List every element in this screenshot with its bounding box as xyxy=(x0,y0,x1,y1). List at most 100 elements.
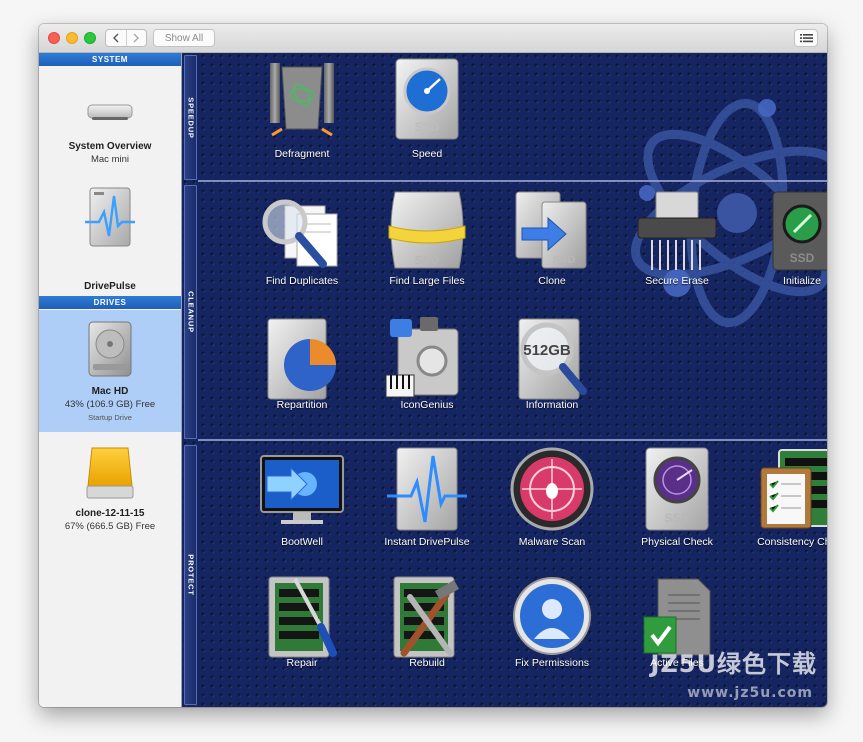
ssd-badge: SSD xyxy=(415,120,440,134)
bootwell-label: BootWell xyxy=(281,536,323,548)
malware-scan-label: Malware Scan xyxy=(518,536,586,548)
speedup-section-label: SPEEDUP xyxy=(186,96,195,139)
show-all-button[interactable]: Show All xyxy=(153,29,215,47)
tool-secure-erase[interactable]: Secure Erase xyxy=(627,188,727,287)
defragment-label: Defragment xyxy=(274,148,330,160)
ssd-badge: SSD xyxy=(415,253,440,267)
ssd-badge: SSD xyxy=(790,251,815,265)
app-window: Show All SYSTEM System Overview Mac mini xyxy=(39,24,827,707)
repartition-label: Repartition xyxy=(276,399,328,411)
drivepulse-label: DrivePulse xyxy=(84,281,136,292)
clone-drive-label: clone-12-11-15 xyxy=(75,508,145,519)
minimize-window-button[interactable] xyxy=(66,32,78,44)
tool-instant-drivepulse[interactable]: Instant DrivePulse xyxy=(377,446,477,548)
information-label: Information xyxy=(525,399,579,411)
tool-speed[interactable]: SSD Speed xyxy=(377,57,477,160)
clone-icon: SSD xyxy=(515,191,587,269)
find-duplicates-label: Find Duplicates xyxy=(265,275,339,287)
clone-label: Clone xyxy=(538,275,566,287)
fix-permissions-icon xyxy=(513,577,591,655)
tool-consistency-check[interactable]: Consistency Check xyxy=(752,446,827,548)
tool-icongenius[interactable]: IconGenius xyxy=(377,315,477,411)
initialize-label: Initialize xyxy=(783,275,821,287)
protect-section-label: PROTECT xyxy=(186,554,195,596)
tool-find-duplicates[interactable]: Find Duplicates xyxy=(252,188,352,287)
chevron-right-icon xyxy=(133,33,140,43)
drivepulse-icon xyxy=(85,187,135,247)
hard-drive-icon xyxy=(88,321,132,377)
tool-repair[interactable]: Repair xyxy=(252,573,352,669)
section-tab-protect: PROTECT xyxy=(184,445,197,705)
drives-section-header: DRIVES xyxy=(39,296,181,309)
close-window-button[interactable] xyxy=(48,32,60,44)
find-large-files-icon: SSD xyxy=(388,191,466,269)
system-overview-model: Mac mini xyxy=(90,154,129,165)
find-large-files-label: Find Large Files xyxy=(389,275,465,287)
chevron-left-icon xyxy=(112,33,119,43)
ssd-badge: SSD xyxy=(665,511,690,525)
mac-hd-label: Mac HD xyxy=(91,386,129,397)
consistency-check-label: Consistency Check xyxy=(757,536,827,548)
tool-clone[interactable]: SSD Clone xyxy=(502,188,602,287)
rebuild-icon xyxy=(393,576,460,658)
instant-drivepulse-icon xyxy=(387,447,467,531)
watermark-text: JZ5U绿色下载 xyxy=(650,650,817,678)
tool-fix-permissions[interactable]: Fix Permissions xyxy=(502,573,602,669)
tool-initialize[interactable]: SSD Initialize xyxy=(752,188,827,287)
sidebar-item-mac-hd[interactable]: Mac HD 43% (106.9 GB) Free Startup Drive xyxy=(39,310,181,432)
fix-permissions-label: Fix Permissions xyxy=(514,657,590,669)
secure-erase-icon xyxy=(637,191,717,270)
nav-buttons xyxy=(105,29,147,47)
tool-information[interactable]: 512GB Information xyxy=(502,315,602,411)
capacity-badge: 512GB xyxy=(523,342,571,359)
repair-icon xyxy=(268,576,337,658)
tools-panel: SPEEDUP CLEANUP PROTECT Defragment SSD S… xyxy=(182,53,827,707)
ssd-badge: SSD xyxy=(553,254,576,266)
sidebar-item-clone-drive[interactable]: clone-12-11-15 67% (666.5 GB) Free xyxy=(39,432,181,532)
malware-scan-icon xyxy=(510,447,594,531)
sidebar-item-drivepulse[interactable]: DrivePulse xyxy=(39,176,181,292)
sidebar-item-system-overview[interactable]: System Overview Mac mini xyxy=(39,71,181,176)
tool-defragment[interactable]: Defragment xyxy=(252,57,352,160)
find-duplicates-icon xyxy=(262,199,338,268)
physical-check-icon: SSD xyxy=(645,447,709,531)
clone-drive-free-space: 67% (666.5 GB) Free xyxy=(64,521,156,532)
information-icon: 512GB xyxy=(518,318,587,400)
list-icon xyxy=(799,34,813,43)
zoom-window-button[interactable] xyxy=(84,32,96,44)
system-section-header: SYSTEM xyxy=(39,53,181,66)
section-tab-cleanup: CLEANUP xyxy=(184,185,197,439)
tool-physical-check[interactable]: SSD Physical Check xyxy=(627,446,727,548)
list-view-button[interactable] xyxy=(794,29,818,47)
defragment-icon xyxy=(270,63,334,137)
initialize-icon: SSD xyxy=(772,191,827,271)
title-bar: Show All xyxy=(39,24,827,53)
watermark-url: www.jz5u.com xyxy=(687,685,813,701)
mac-hd-free-space: 43% (106.9 GB) Free xyxy=(64,399,156,410)
physical-check-label: Physical Check xyxy=(641,536,713,548)
tool-find-large-files[interactable]: SSD Find Large Files xyxy=(377,188,477,287)
mac-mini-icon xyxy=(87,104,133,120)
tool-repartition[interactable]: Repartition xyxy=(252,315,352,411)
mac-hd-startup-note: Startup Drive xyxy=(88,413,132,422)
tool-bootwell[interactable]: BootWell xyxy=(252,446,352,548)
rebuild-label: Rebuild xyxy=(409,657,445,669)
tool-rebuild[interactable]: Rebuild xyxy=(377,573,477,669)
section-divider xyxy=(198,439,827,441)
external-drive-icon xyxy=(86,447,134,499)
sidebar: SYSTEM System Overview Mac mini DrivePul… xyxy=(39,53,182,707)
speed-label: Speed xyxy=(411,148,443,160)
repartition-icon xyxy=(267,318,336,400)
instant-drivepulse-label: Instant DrivePulse xyxy=(384,536,470,548)
tool-malware-scan[interactable]: Malware Scan xyxy=(502,446,602,548)
back-button[interactable] xyxy=(106,30,126,46)
secure-erase-label: Secure Erase xyxy=(645,275,709,287)
system-overview-label: System Overview xyxy=(68,141,152,152)
bootwell-icon xyxy=(260,455,344,524)
section-tab-speedup: SPEEDUP xyxy=(184,55,197,180)
repair-label: Repair xyxy=(286,657,318,669)
forward-button[interactable] xyxy=(125,30,147,46)
icongenius-label: IconGenius xyxy=(400,399,454,411)
section-divider xyxy=(198,180,827,182)
speed-icon: SSD xyxy=(395,58,459,140)
